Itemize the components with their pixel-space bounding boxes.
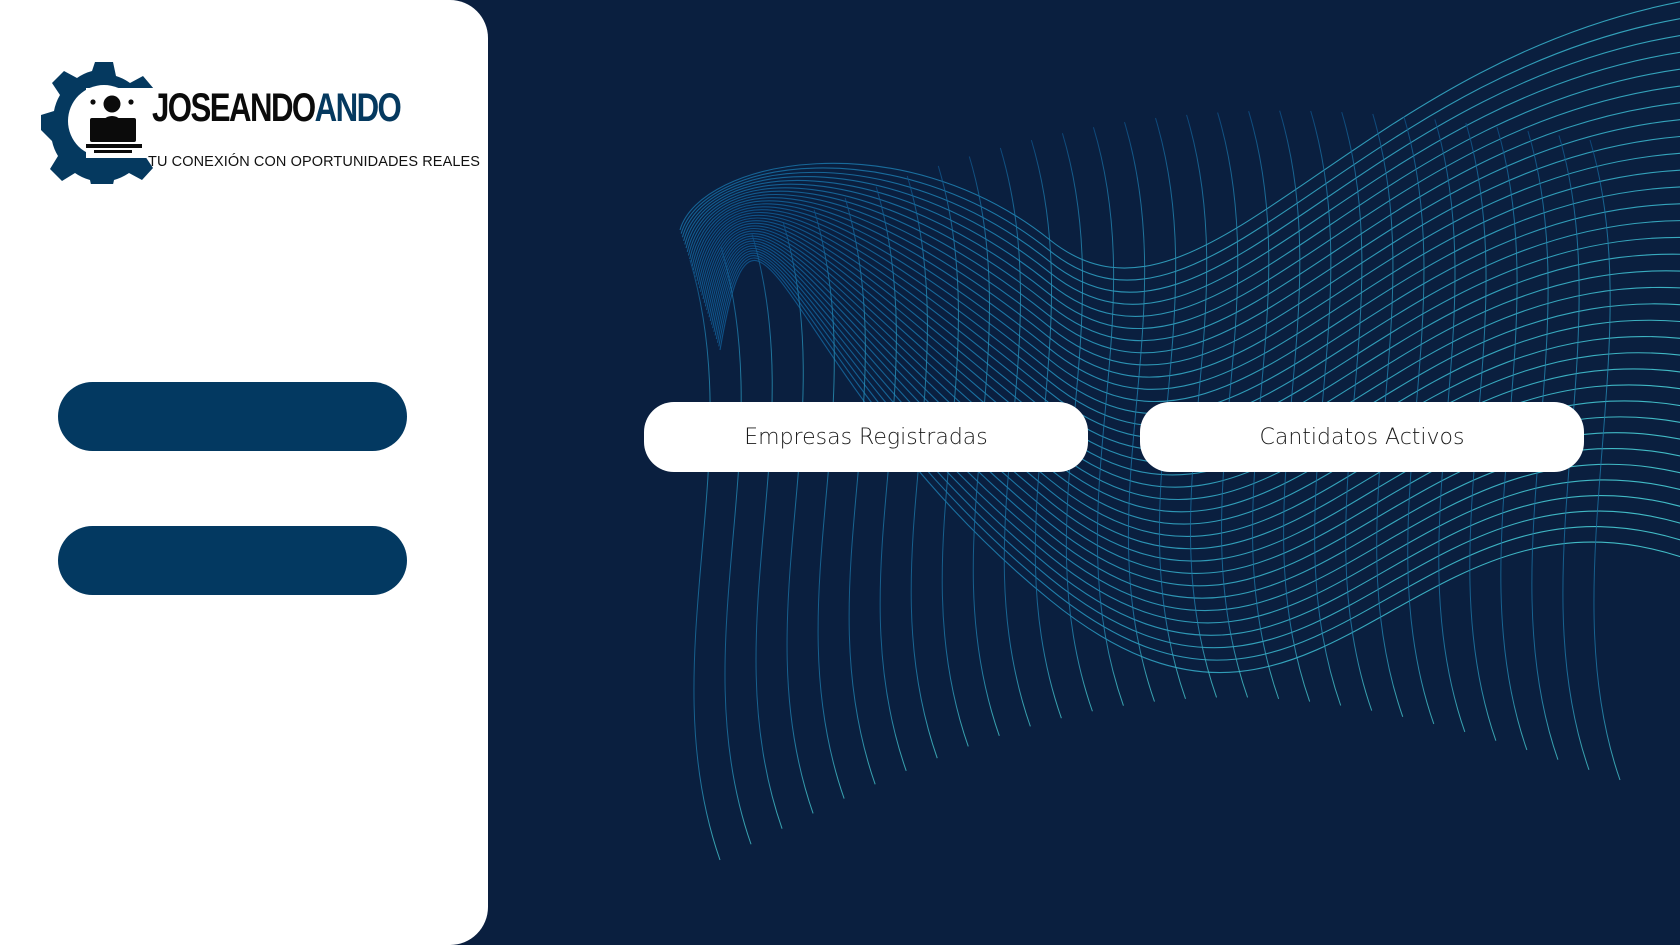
wave-line xyxy=(687,119,1680,354)
empresas-registradas-card[interactable]: Empresas Registradas xyxy=(644,402,1088,472)
brand-logo: JOSEANDOANDO TU CONEXIÓN CON OPORTUNIDAD… xyxy=(40,58,480,186)
sidebar-button-1[interactable] xyxy=(58,382,407,451)
wave-cross-line xyxy=(1589,139,1621,781)
wave-cross-line xyxy=(751,234,783,829)
gear-person-logo-icon xyxy=(41,62,156,184)
sidebar-panel: JOSEANDOANDO TU CONEXIÓN CON OPORTUNIDAD… xyxy=(0,0,488,945)
empresas-registradas-label: Empresas Registradas xyxy=(744,424,988,450)
app-screen: JOSEANDOANDO TU CONEXIÓN CON OPORTUNIDAD… xyxy=(0,0,1680,945)
wave-line xyxy=(691,169,1680,390)
wave-cross-line xyxy=(875,186,907,771)
wave-cross-line xyxy=(782,221,814,814)
brand-tagline: TU CONEXIÓN CON OPORTUNIDADES REALES xyxy=(148,154,481,170)
wave-line xyxy=(683,51,1680,305)
wave-line xyxy=(695,209,1680,427)
candidatos-activos-card[interactable]: Cantidatos Activos xyxy=(1140,402,1584,472)
wave-cross-line xyxy=(689,259,721,861)
wave-cross-line xyxy=(720,247,752,845)
brand-name: JOSEANDOANDO xyxy=(152,86,402,130)
brand-name-part2: ANDO xyxy=(314,86,402,130)
wave-line xyxy=(704,230,1680,525)
wave-line xyxy=(707,235,1680,550)
brand-name-part1: JOSEANDO xyxy=(152,86,316,130)
candidatos-activos-label: Cantidatos Activos xyxy=(1259,424,1465,450)
wave-line xyxy=(679,1,1680,269)
wave-line xyxy=(684,68,1680,317)
sidebar-button-2[interactable] xyxy=(58,526,407,595)
